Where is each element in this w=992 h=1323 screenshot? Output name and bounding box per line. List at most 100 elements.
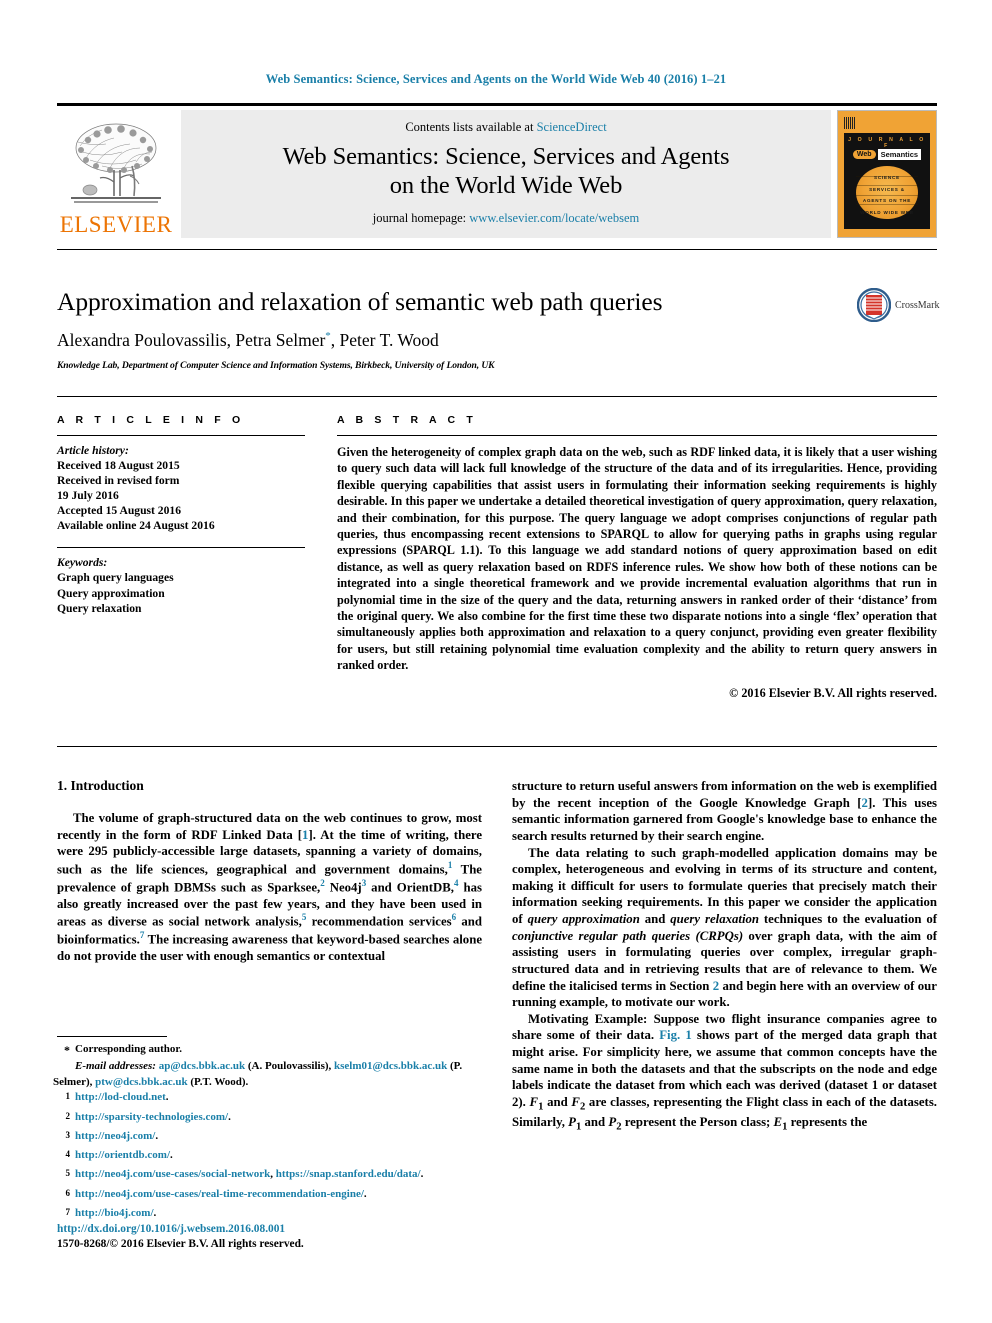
keywords-divider bbox=[57, 547, 305, 549]
journal-title-line-1: Web Semantics: Science, Services and Age… bbox=[282, 143, 730, 171]
email-owner-1: (A. Poulovassilis), bbox=[245, 1060, 335, 1073]
footnote-item: 2 http://sparsity-technologies.com/. bbox=[57, 1110, 482, 1129]
footnote-corresponding-body: Corresponding author. bbox=[75, 1042, 482, 1059]
symbol-E1: E bbox=[773, 1115, 783, 1130]
footnote-link-secondary[interactable]: https://snap.stanford.edu/data/ bbox=[276, 1168, 421, 1180]
cover-sub-2: SERVICES & bbox=[869, 186, 905, 192]
history-revised-date: 19 July 2016 bbox=[57, 489, 119, 503]
cover-artwork: J O U R N A L O F Web Semantics SCIENCE … bbox=[844, 133, 930, 229]
footnote-mark: 5 bbox=[57, 1167, 75, 1186]
page-title: Approximation and relaxation of semantic… bbox=[57, 287, 663, 316]
keyword-1: Graph query languages bbox=[57, 571, 174, 585]
cover-semantics-word: Semantics bbox=[877, 149, 922, 160]
history-accepted: Accepted 15 August 2016 bbox=[57, 504, 181, 518]
term-crpq: conjunctive regular path queries (CRPQs) bbox=[512, 928, 744, 943]
author-list: Alexandra Poulovassilis, Petra Selmer*, … bbox=[57, 330, 847, 351]
authors-part-2: , Peter T. Wood bbox=[330, 330, 439, 351]
footnote-link[interactable]: http://neo4j.com/use-cases/social-networ… bbox=[75, 1168, 270, 1180]
corresponding-author-text: Corresponding author. bbox=[75, 1043, 182, 1055]
keywords-label: Keywords: bbox=[57, 556, 108, 570]
info-divider bbox=[57, 396, 937, 397]
cover-sub-1: SCIENCE bbox=[873, 175, 901, 181]
journal-band: Contents lists available at ScienceDirec… bbox=[181, 110, 831, 238]
abstract-column: A B S T R A C T Given the heterogeneity … bbox=[337, 414, 937, 701]
article-info-heading: A R T I C L E I N F O bbox=[57, 414, 245, 426]
intro-r2-b: and bbox=[639, 912, 671, 926]
crossmark-label: CrossMark bbox=[895, 299, 940, 311]
footnote-emails-body: E-mail addresses: ap@dcs.bbk.ac.uk (A. P… bbox=[53, 1059, 482, 1090]
figure-ref-1[interactable]: Fig. 1 bbox=[659, 1028, 692, 1042]
footnotes-block: * Corresponding author. E-mail addresses… bbox=[53, 1042, 482, 1225]
article-history-block: Article history: Received 18 August 2015… bbox=[57, 443, 305, 533]
footnote-link[interactable]: http://orientdb.com/ bbox=[75, 1149, 170, 1161]
journal-masthead: ELSEVIER Contents lists available at Sci… bbox=[57, 103, 937, 238]
footnote-mark-star: * bbox=[64, 1043, 70, 1057]
footnote-link[interactable]: http://sparsity-technologies.com/ bbox=[75, 1111, 228, 1123]
running-head: Web Semantics: Science, Services and Age… bbox=[265, 72, 727, 86]
cover-subtitle-stack: SCIENCE SERVICES & AGENTS ON THE WORLD W… bbox=[850, 169, 924, 221]
sciencedirect-link[interactable]: ScienceDirect bbox=[537, 120, 607, 134]
keyword-2: Query approximation bbox=[57, 586, 165, 600]
footnote-mark-number: 6 bbox=[65, 1187, 71, 1198]
footnote-mark-number: 3 bbox=[65, 1129, 71, 1140]
intro-r3-e: and bbox=[581, 1115, 609, 1130]
body-column-right: structure to return useful answers from … bbox=[512, 778, 937, 1135]
footnote-item: 6 http://neo4j.com/use-cases/real-time-r… bbox=[57, 1187, 482, 1206]
footnote-link[interactable]: http://neo4j.com/use-cases/real-time-rec… bbox=[75, 1188, 364, 1200]
footnote-mark-number: 2 bbox=[65, 1110, 71, 1121]
footnote-corresponding-author: * Corresponding author. bbox=[57, 1042, 482, 1059]
section-title-introduction: 1. Introduction bbox=[57, 778, 144, 793]
article-info-column: A R T I C L E I N F O Article history: R… bbox=[57, 414, 305, 616]
intro-paragraph-3-motivating-example: Motivating Example: Suppose two flight i… bbox=[512, 1011, 937, 1135]
issn-copyright-line: 1570-8268/© 2016 Elsevier B.V. All right… bbox=[57, 1238, 304, 1251]
cover-wordmark: Web Semantics bbox=[849, 147, 925, 162]
journal-title: Web Semantics: Science, Services and Age… bbox=[283, 143, 730, 200]
footnote-link[interactable]: http://neo4j.com/ bbox=[75, 1130, 155, 1142]
elsevier-tree-icon bbox=[71, 123, 161, 203]
footnote-mark-number: 1 bbox=[65, 1091, 71, 1102]
footnote-body: http://lod-cloud.net. bbox=[75, 1090, 482, 1109]
contents-prefix: Contents lists available at bbox=[405, 120, 537, 135]
footnote-tail: . bbox=[170, 1149, 173, 1162]
intro-r3-c: and bbox=[543, 1094, 572, 1109]
footnote-link[interactable]: http://bio4j.com/ bbox=[75, 1207, 154, 1219]
body-divider bbox=[57, 746, 937, 747]
email-link-2[interactable]: kselm01@dcs.bbk.ac.uk bbox=[334, 1060, 447, 1072]
title-block: Approximation and relaxation of semantic… bbox=[57, 287, 847, 371]
abstract-heading: A B S T R A C T bbox=[337, 414, 477, 426]
footnote-mark: 2 bbox=[57, 1110, 75, 1129]
symbol-P1: P bbox=[568, 1115, 576, 1130]
footnote-mark-number: 4 bbox=[65, 1149, 71, 1160]
abstract-copyright: © 2016 Elsevier B.V. All rights reserved… bbox=[729, 685, 937, 700]
footnote-body: http://neo4j.com/use-cases/social-networ… bbox=[75, 1167, 482, 1186]
intro-paragraph-2: The data relating to such graph-modelled… bbox=[512, 845, 937, 1011]
journal-homepage-link[interactable]: www.elsevier.com/locate/websem bbox=[469, 211, 639, 225]
footnote-mark-number: 7 bbox=[65, 1206, 71, 1217]
crossmark-badge[interactable]: CrossMark bbox=[857, 288, 939, 322]
keyword-3: Query relaxation bbox=[57, 601, 142, 615]
footnote-tail: . bbox=[363, 1187, 367, 1200]
doi-block: http://dx.doi.org/10.1016/j.websem.2016.… bbox=[57, 1222, 482, 1252]
abstract-rule bbox=[337, 435, 937, 436]
footnote-mark-number: 5 bbox=[65, 1168, 71, 1179]
footnote-mark: 4 bbox=[57, 1148, 75, 1167]
email-link-1[interactable]: ap@dcs.bbk.ac.uk bbox=[159, 1060, 245, 1072]
elsevier-wordmark: ELSEVIER bbox=[59, 212, 173, 237]
history-revised: Received in revised form bbox=[57, 474, 180, 488]
footnote-link[interactable]: http://lod-cloud.net bbox=[75, 1091, 166, 1103]
doi-link[interactable]: http://dx.doi.org/10.1016/j.websem.2016.… bbox=[57, 1222, 482, 1237]
footnote-tail: . bbox=[420, 1168, 424, 1181]
term-query-relaxation: query relaxation bbox=[670, 912, 760, 926]
journal-homepage-line: journal homepage: www.elsevier.com/locat… bbox=[373, 211, 639, 226]
email-link-3[interactable]: ptw@dcs.bbk.ac.uk bbox=[95, 1076, 187, 1088]
cover-barcode-icon bbox=[844, 116, 856, 129]
footnote-item: 5 http://neo4j.com/use-cases/social-netw… bbox=[57, 1167, 482, 1186]
keywords-block: Keywords: Graph query languages Query ap… bbox=[57, 555, 305, 615]
contents-list-line: Contents lists available at ScienceDirec… bbox=[405, 120, 606, 135]
footnote-body: http://sparsity-technologies.com/. bbox=[75, 1110, 482, 1129]
footnote-tail: . bbox=[228, 1110, 231, 1123]
footnote-item: 4 http://orientdb.com/. bbox=[57, 1148, 482, 1167]
symbol-P2: P bbox=[608, 1115, 617, 1130]
symbol-F2: F bbox=[571, 1094, 580, 1109]
symbol-F1: F bbox=[529, 1094, 539, 1109]
